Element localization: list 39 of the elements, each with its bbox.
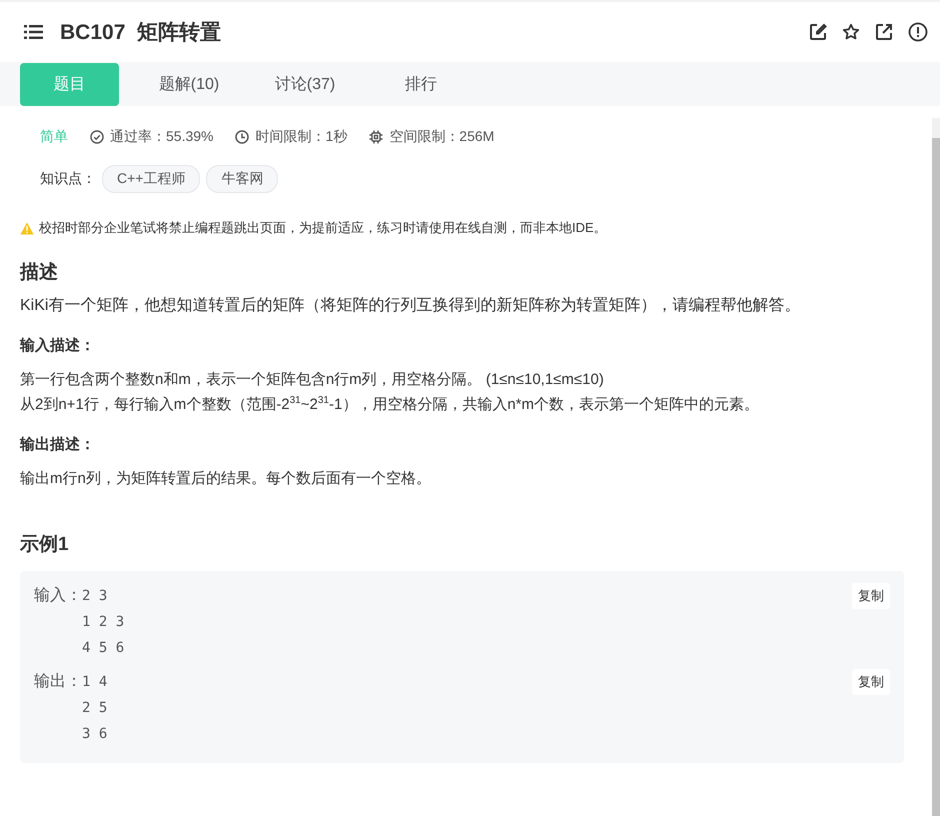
menu-icon[interactable] <box>24 24 44 40</box>
meta-text: 时间限制：1秒 <box>255 128 348 146</box>
code-line: 1 4 <box>82 673 108 692</box>
section-heading: 输出描述： <box>20 435 96 454</box>
section-heading: 描述 <box>20 261 59 285</box>
knowledge-tag[interactable]: C++工程师 <box>102 165 200 193</box>
tab[interactable]: 讨论(37) <box>247 62 363 106</box>
tab[interactable]: 题解(10) <box>131 62 247 106</box>
example-label: 输出： <box>34 672 82 692</box>
external-link-icon[interactable] <box>875 23 893 41</box>
tab[interactable]: 排行 <box>363 62 479 106</box>
code-line: 2 3 <box>82 587 108 606</box>
knowledge-tag[interactable]: 牛客网 <box>206 165 278 193</box>
difficulty-label: 简单 <box>40 128 68 146</box>
notice-text: 校招时部分企业笔试将禁止编程题跳出页面，为提前适应，练习时请使用在线自测，而非本地IDE。 <box>39 219 607 237</box>
section-heading: 输入描述： <box>20 336 96 355</box>
knowledge-label: 知识点： <box>40 170 96 188</box>
check-circle-icon <box>90 130 104 144</box>
edit-icon[interactable] <box>809 23 827 41</box>
output-description-text: 输出m行n列，为矩阵转置后的结果。每个数后面有一个空格。 <box>20 469 432 489</box>
chip-icon <box>369 130 384 144</box>
problem-title: BC107 矩阵转置 <box>60 20 222 46</box>
warning-icon <box>20 222 34 234</box>
meta-text: 通过率：55.39% <box>110 128 214 146</box>
clock-icon <box>235 130 250 144</box>
info-icon[interactable] <box>908 22 928 42</box>
example-heading: 示例1 <box>20 533 70 557</box>
copy-button[interactable]: 复制 <box>852 583 890 609</box>
code-line: 1 2 3 <box>82 613 124 632</box>
code-line: 4 5 6 <box>82 639 124 658</box>
code-line: 2 5 <box>82 699 108 718</box>
input-description-text: 第一行包含两个整数n和m，表示一个矩阵包含n行m列，用空格分隔。 (1≤n≤10,1≤m≤10) <box>20 370 605 390</box>
input-description-text: 从2到n+1行，每行输入m个整数（范围-2$^{31}$~2$^{31}$-1），用空格分隔，共输入n*m个数，表示第一个矩阵中的元素。 <box>20 394 760 415</box>
example-label: 输入： <box>34 586 82 606</box>
code-line: 3 6 <box>82 725 108 744</box>
star-icon[interactable] <box>842 23 860 41</box>
description-text: KiKi有一个矩阵，他想知道转置后的矩阵（将矩阵的行列互换得到的新矩阵称为转置矩阵），请编程帮他解答。 <box>20 296 802 316</box>
meta-text: 空间限制：256M <box>389 128 494 146</box>
copy-button[interactable]: 复制 <box>852 669 890 695</box>
